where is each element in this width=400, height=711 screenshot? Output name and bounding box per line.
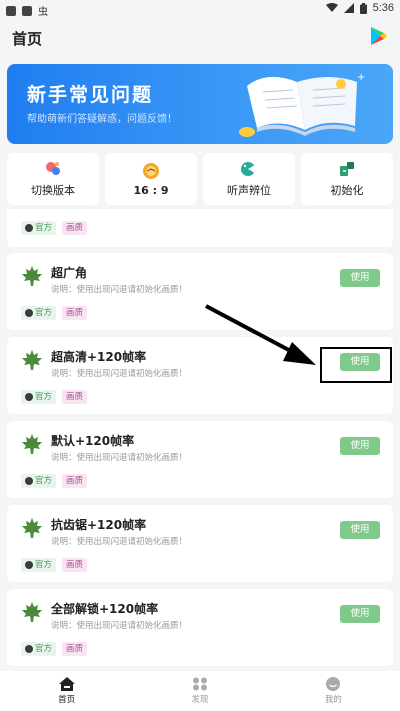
audio-icon xyxy=(241,162,255,176)
list-item: 抗齿锯+120帧率 说明：使用出现闪退请初始化画质！ 官方 画质 使用 xyxy=(7,505,393,582)
nav-profile[interactable]: 我的 xyxy=(267,671,400,711)
faq-banner[interactable]: 新手常见问题 帮助萌新们答疑解惑，问题反馈！ + xyxy=(7,64,393,144)
annotation-highlight-box xyxy=(320,347,392,383)
item-description: 说明：使用出现闪退请初始化画质！ xyxy=(51,537,188,547)
toggle-icon xyxy=(46,162,60,175)
battery-icon xyxy=(359,2,367,14)
nav-discover[interactable]: 发现 xyxy=(133,671,266,711)
item-description: 说明：使用出现闪退请初始化画质！ xyxy=(51,369,188,379)
clock: 5:36 xyxy=(372,2,394,14)
home-icon xyxy=(58,677,75,691)
nav-profile-label: 我的 xyxy=(324,695,342,705)
app-notification-icon xyxy=(6,5,16,16)
nav-home[interactable]: 首页 xyxy=(0,671,133,711)
item-title: 默认+120帧率 xyxy=(51,434,135,448)
tag-official: 官方 xyxy=(21,558,57,572)
switch-version-label: 切换版本 xyxy=(31,184,75,197)
tag-quality: 画质 xyxy=(62,390,88,404)
switch-version-button[interactable]: 切换版本 xyxy=(7,153,99,205)
item-description: 说明：使用出现闪退请初始化画质！ xyxy=(51,285,188,295)
aspect-ratio-button[interactable]: 16 : 9 xyxy=(105,153,197,205)
play-store-icon[interactable] xyxy=(370,26,388,46)
use-button[interactable]: 使用 xyxy=(340,437,380,455)
official-dot-icon xyxy=(25,393,33,401)
banner-subtitle: 帮助萌新们答疑解惑，问题反馈！ xyxy=(27,114,177,125)
tag-official: 官方 xyxy=(21,642,57,656)
tag-official-label: 官方 xyxy=(35,392,53,402)
status-bar: 虫 5:36 xyxy=(0,0,400,18)
top-bar: 首页 xyxy=(0,18,400,56)
list-item: 超广角 说明：使用出现闪退请初始化画质！ 官方 画质 使用 xyxy=(7,253,393,330)
nav-home-label: 首页 xyxy=(58,695,76,705)
tag-quality: 画质 xyxy=(62,306,88,320)
tag-official: 官方 xyxy=(21,390,57,404)
item-title: 超广角 xyxy=(51,266,88,280)
profile-icon xyxy=(326,677,341,691)
tag-official-label: 官方 xyxy=(35,476,53,486)
audio-locate-button[interactable]: 听声辨位 xyxy=(203,153,295,205)
tag-official-label: 官方 xyxy=(35,560,53,570)
maple-leaf-icon xyxy=(22,350,42,370)
maple-leaf-icon xyxy=(22,602,42,622)
tag-quality: 画质 xyxy=(62,474,88,488)
tag-quality: 画质 xyxy=(62,642,88,656)
item-title: 全部解锁+120帧率 xyxy=(51,602,159,616)
list-item-partial: 官方 画质 xyxy=(7,209,393,247)
audio-locate-label: 听声辨位 xyxy=(227,184,271,197)
official-dot-icon xyxy=(25,561,33,569)
maple-leaf-icon xyxy=(22,266,42,286)
official-dot-icon xyxy=(25,477,33,485)
use-button[interactable]: 使用 xyxy=(340,521,380,539)
tag-official-label: 官方 xyxy=(35,644,53,654)
item-description: 说明：使用出现闪退请初始化画质！ xyxy=(51,453,188,463)
open-book-icon: + xyxy=(239,72,365,137)
page-title: 首页 xyxy=(12,30,43,48)
reset-icon xyxy=(340,162,354,176)
official-dot-icon xyxy=(25,224,33,232)
tag-official-label: 官方 xyxy=(35,223,53,233)
tag-official: 官方 xyxy=(21,306,57,320)
use-button[interactable]: 使用 xyxy=(340,269,380,287)
tag-quality: 画质 xyxy=(62,558,88,572)
use-button[interactable]: 使用 xyxy=(340,605,380,623)
tag-quality: 画质 xyxy=(62,221,88,235)
bug-icon: 虫 xyxy=(38,7,48,18)
initialize-label: 初始化 xyxy=(330,184,364,197)
maple-leaf-icon xyxy=(22,434,42,454)
maple-leaf-icon xyxy=(22,518,42,538)
official-dot-icon xyxy=(25,309,33,317)
svg-text:+: + xyxy=(357,72,365,83)
aspect-ratio-label: 16 : 9 xyxy=(133,183,169,197)
list-item: 全部解锁+120帧率 说明：使用出现闪退请初始化画质！ 官方 画质 使用 xyxy=(7,589,393,666)
app-notification-icon xyxy=(22,5,32,16)
quick-actions: 切换版本 16 : 9 听声辨位 初始化 xyxy=(7,153,393,205)
item-title: 抗齿锯+120帧率 xyxy=(51,518,147,532)
bottom-nav: 首页 发现 我的 xyxy=(0,671,400,711)
tag-official: 官方 xyxy=(21,474,57,488)
tag-official: 官方 xyxy=(21,221,57,235)
item-title: 超高清+120帧率 xyxy=(51,350,147,364)
wifi-icon xyxy=(325,3,338,12)
initialize-button[interactable]: 初始化 xyxy=(301,153,393,205)
nav-discover-label: 发现 xyxy=(191,695,209,705)
signal-icon xyxy=(343,3,354,13)
item-description: 说明：使用出现闪退请初始化画质！ xyxy=(51,621,188,631)
discover-icon xyxy=(192,677,207,691)
banner-title: 新手常见问题 xyxy=(27,84,154,106)
tag-official-label: 官方 xyxy=(35,308,53,318)
list-item: 默认+120帧率 说明：使用出现闪退请初始化画质！ 官方 画质 使用 xyxy=(7,421,393,498)
aspect-ratio-icon xyxy=(143,162,159,179)
official-dot-icon xyxy=(25,645,33,653)
